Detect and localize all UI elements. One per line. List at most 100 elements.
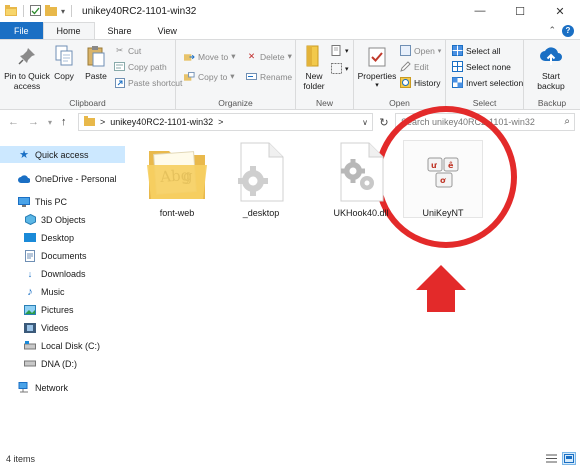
maximize-button[interactable]: ☐	[500, 0, 540, 22]
nav-quick-access[interactable]: ★ Quick access	[0, 146, 125, 163]
address-bar[interactable]: > unikey40RC2-1101-win32 > ∨	[78, 113, 373, 131]
file-item-ukhook40-dll[interactable]: UKHook40.dll	[321, 140, 401, 218]
nav-downloads[interactable]: ↓ Downloads	[24, 265, 86, 282]
settings-file-icon	[229, 140, 293, 204]
move-to-icon	[184, 51, 195, 62]
close-button[interactable]: ✕	[540, 0, 580, 22]
cut-button[interactable]: ✂ Cut	[114, 45, 141, 56]
open-icon	[400, 45, 411, 56]
nav-music[interactable]: ♪ Music	[24, 283, 64, 300]
file-item-unikeynt[interactable]: ư ê ơ UniKeyNT	[403, 140, 483, 218]
back-arrow-icon[interactable]: ←	[8, 116, 19, 128]
item-count: 4 items	[6, 453, 36, 464]
cloud-upload-icon	[539, 44, 563, 68]
tab-file[interactable]: File	[0, 22, 43, 39]
window-controls: — ☐ ✕	[460, 0, 580, 22]
address-dropdown-icon[interactable]: ∨	[362, 118, 368, 127]
title-bar: ▾ unikey40RC2-1101-win32 — ☐ ✕	[0, 0, 580, 22]
easy-access-icon	[331, 63, 342, 74]
separator	[71, 5, 73, 17]
paste-shortcut-button[interactable]: Paste shortcut	[114, 77, 182, 88]
customize-dropdown-icon[interactable]: ▾	[61, 7, 65, 16]
nav-desktop[interactable]: Desktop	[24, 229, 74, 246]
file-item-font-web[interactable]: Abg g font-web	[137, 140, 217, 218]
easy-access-button[interactable]: ▾	[331, 63, 349, 74]
music-note-icon: ♪	[27, 285, 33, 298]
up-arrow-icon[interactable]: ↑	[61, 116, 67, 128]
details-view-icon[interactable]	[544, 452, 558, 465]
edit-icon	[400, 61, 411, 72]
delete-button[interactable]: ✕ Delete ▾	[246, 51, 292, 62]
nav-local-disk-c[interactable]: Local Disk (C:)	[24, 337, 100, 354]
copy-to-button[interactable]: Copy to ▾	[184, 71, 235, 82]
move-to-button[interactable]: Move to ▾	[184, 51, 236, 62]
tab-home[interactable]: Home	[42, 22, 95, 39]
history-button[interactable]: History	[400, 77, 440, 88]
file-item-desktop[interactable]: _desktop	[221, 140, 301, 218]
tab-share[interactable]: Share	[95, 22, 145, 39]
pin-quick-access-button[interactable]: Pin to Quick access	[2, 44, 52, 91]
copy-to-icon	[184, 71, 195, 82]
refresh-icon[interactable]: ↻	[375, 113, 393, 131]
quick-access-toolbar: ▾	[0, 4, 74, 18]
separator	[23, 5, 24, 17]
path-separator: >	[100, 117, 106, 127]
new-item-button[interactable]: ▾	[331, 45, 349, 56]
nav-3d-objects[interactable]: 3D Objects	[24, 211, 86, 228]
select-none-button[interactable]: Select none	[452, 61, 511, 72]
rename-icon	[246, 71, 257, 82]
tab-view[interactable]: View	[145, 22, 190, 39]
recent-dropdown-icon[interactable]: ▾	[48, 118, 52, 127]
computer-icon	[18, 196, 30, 208]
copy-button[interactable]: Copy	[52, 44, 76, 81]
file-name: UKHook40.dll	[333, 208, 389, 218]
search-input[interactable]: Search unikey40RC2-1101-win32 ⌕	[395, 113, 575, 131]
properties-button[interactable]: Properties ▾	[357, 44, 397, 91]
nav-documents[interactable]: Documents	[24, 247, 87, 264]
copy-path-button[interactable]: Copy path	[114, 61, 167, 72]
ribbon-tabs: File Home Share View ⌃ ?	[0, 22, 580, 39]
invert-selection-button[interactable]: Invert selection	[452, 77, 523, 88]
unikey-app-icon: ư ê ơ	[411, 140, 475, 204]
backup-group: Start backup Backup	[524, 40, 580, 110]
search-icon: ⌕	[564, 116, 570, 127]
help-icon[interactable]: ?	[562, 24, 574, 37]
desktop-icon	[24, 232, 36, 244]
open-button[interactable]: Open ▾	[400, 45, 441, 56]
invert-selection-icon	[452, 77, 463, 88]
new-folder-quick-icon[interactable]	[45, 4, 57, 18]
path-segment[interactable]: unikey40RC2-1101-win32	[110, 117, 213, 127]
properties-quick-icon[interactable]	[30, 4, 41, 18]
ribbon: Pin to Quick access Copy Paste ✂ Cut Cop…	[0, 39, 580, 110]
start-backup-button[interactable]: Start backup	[528, 44, 574, 91]
path-separator: >	[218, 117, 224, 127]
nav-network[interactable]: Network	[18, 379, 68, 396]
minimize-button[interactable]: —	[460, 0, 500, 22]
cloud-icon	[18, 173, 30, 185]
nav-this-pc[interactable]: This PC	[18, 193, 67, 210]
select-all-button[interactable]: Select all	[452, 45, 501, 56]
clipboard-group-label: Clipboard	[69, 98, 106, 108]
new-item-icon	[331, 45, 342, 56]
new-folder-button[interactable]: New folder	[299, 44, 329, 91]
status-bar: 4 items	[0, 450, 580, 467]
address-row: ← → ▾ ↑ > unikey40RC2-1101-win32 > ∨ ↻ S…	[0, 110, 580, 134]
new-group-label: New	[315, 98, 333, 108]
nav-onedrive[interactable]: OneDrive - Personal	[18, 170, 117, 187]
nav-videos[interactable]: Videos	[24, 319, 68, 336]
forward-arrow-icon[interactable]: →	[28, 116, 39, 128]
large-icons-view-icon[interactable]	[562, 452, 576, 465]
expand-ribbon-icon[interactable]: ⌃	[548, 25, 556, 36]
paste-shortcut-icon	[114, 77, 125, 88]
paste-button[interactable]: Paste	[82, 44, 110, 81]
nav-pictures[interactable]: Pictures	[24, 301, 74, 318]
new-group: New folder ▾ ▾ New	[296, 40, 354, 110]
clipboard-group: Pin to Quick access Copy Paste ✂ Cut Cop…	[0, 40, 182, 110]
paste-icon	[84, 44, 108, 68]
edit-button[interactable]: Edit	[400, 61, 429, 72]
nav-dna-d[interactable]: DNA (D:)	[24, 355, 77, 372]
organize-group: Move to ▾ Copy to ▾ ✕ Delete ▾ Rename Organ…	[176, 40, 296, 110]
pin-icon	[15, 44, 39, 68]
cube-icon	[24, 214, 36, 226]
rename-button[interactable]: Rename	[246, 71, 292, 82]
